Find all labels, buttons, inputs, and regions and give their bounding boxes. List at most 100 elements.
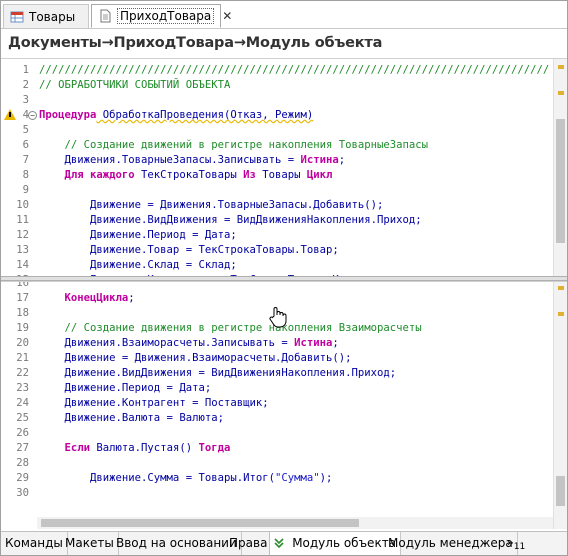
code-line[interactable]: 16 xyxy=(1,282,561,291)
line-number: 18 xyxy=(16,307,29,319)
line-number: 23 xyxy=(16,382,29,394)
code-line[interactable]: 21 Движение = Движения.Взаиморасчеты.Доб… xyxy=(1,351,561,366)
line-number: 10 xyxy=(16,199,29,211)
scroll-thumb[interactable] xyxy=(41,519,359,527)
code-line[interactable]: 22 Движение.ВидДвижения = ВидДвиженияНак… xyxy=(1,366,561,381)
code-text: Движение = Движения.Взаиморасчеты.Добави… xyxy=(39,352,352,364)
scroll-thumb[interactable] xyxy=(556,476,565,506)
code-line[interactable]: 7 Движения.ТоварныеЗапасы.Записывать = И… xyxy=(1,153,561,168)
tab-prihodtovara[interactable]: ПриходТовара ✕ xyxy=(91,4,232,28)
code-text: Движение.Валюта = Валюта; xyxy=(39,412,224,424)
code-line[interactable]: 11 Движение.ВидДвижения = ВидДвиженияНак… xyxy=(1,213,561,228)
line-number: 12 xyxy=(16,229,29,241)
horizontal-scrollbar[interactable] xyxy=(37,517,553,529)
tab-makety[interactable]: Макеты xyxy=(61,532,119,555)
code-text: Движение.ВидДвижения = ВидДвиженияНакопл… xyxy=(39,214,422,226)
code-line[interactable]: 20 Движения.Взаиморасчеты.Записывать = И… xyxy=(1,336,561,351)
line-number: 3 xyxy=(22,94,29,106)
code-line[interactable]: 2 // ОБРАБОТЧИКИ СОБЫТИЙ ОБЪЕКТА xyxy=(1,78,561,93)
code-text: КонецЦикла; xyxy=(39,292,135,304)
code-line[interactable]: 25 Движение.Валюта = Валюта; xyxy=(1,411,561,426)
code-line[interactable]: 1 ///////////////////////////////////////… xyxy=(1,63,561,78)
line-number: 11 xyxy=(16,214,29,226)
close-icon[interactable]: ✕ xyxy=(222,9,232,23)
tab-label: Ввод на основании xyxy=(116,536,237,550)
more-tabs-icon: » xyxy=(507,536,514,549)
scroll-thumb[interactable] xyxy=(556,119,565,243)
line-number: 30 xyxy=(16,487,29,499)
code-text: // Создание движения в регистре накоплен… xyxy=(39,322,422,334)
line-number: 7 xyxy=(22,154,29,166)
code-line[interactable]: 27 Если Валюта.Пустая() Тогда xyxy=(1,441,561,456)
code-text: Движение = Движения.ТоварныеЗапасы.Добав… xyxy=(39,199,384,211)
line-number: 20 xyxy=(16,337,29,349)
line-number: 1 xyxy=(22,64,29,76)
code-line[interactable]: 13 Движение.Товар = ТекСтрокаТовары.Това… xyxy=(1,243,561,258)
code-text: Движения.ТоварныеЗапасы.Записывать = Ист… xyxy=(39,154,346,166)
line-number: 24 xyxy=(16,397,29,409)
code-line[interactable]: 9 xyxy=(1,183,561,198)
document-icon xyxy=(98,9,112,23)
line-number: 19 xyxy=(16,322,29,334)
tab-komandy[interactable]: Команды xyxy=(1,532,68,555)
code-text: Движение.Период = Дата; xyxy=(39,229,237,241)
warning-marker[interactable] xyxy=(558,286,564,290)
warning-marker[interactable] xyxy=(558,312,564,316)
line-number: 9 xyxy=(22,184,29,196)
code-line[interactable]: 8 Для каждого ТекСтрокаТовары Из Товары … xyxy=(1,168,561,183)
code-line[interactable]: 23 Движение.Период = Дата; xyxy=(1,381,561,396)
code-line[interactable]: 3 xyxy=(1,93,561,108)
warning-marker[interactable] xyxy=(558,65,564,69)
code-line[interactable]: 6 // Создание движений в регистре накопл… xyxy=(1,138,561,153)
code-text: Движение.ВидДвижения = ВидДвиженияНакопл… xyxy=(39,367,397,379)
code-text: ////////////////////////////////////////… xyxy=(39,64,550,76)
code-line[interactable]: 10 Движение = Движения.ТоварныеЗапасы.До… xyxy=(1,198,561,213)
tab-modul-menedzhera[interactable]: Модуль менеджера xyxy=(384,532,518,555)
code-line[interactable]: 26 xyxy=(1,426,561,441)
line-number: 26 xyxy=(16,427,29,439)
line-number: 6 xyxy=(22,139,29,151)
code-line[interactable]: 5 xyxy=(1,123,561,138)
more-tabs-count: 11 xyxy=(513,541,526,553)
line-number: 28 xyxy=(16,457,29,469)
line-number: 22 xyxy=(16,367,29,379)
line-number: 2 xyxy=(22,79,29,91)
tab-prava[interactable]: Права xyxy=(225,532,273,555)
fold-toggle-icon[interactable]: − xyxy=(28,111,37,120)
code-text: Движение.Склад = Склад; xyxy=(39,259,237,271)
line-number: 27 xyxy=(16,442,29,454)
code-line[interactable]: 4− Процедура ОбработкаПроведения(Отказ, Р… xyxy=(1,108,561,123)
code-line[interactable]: 28 xyxy=(1,456,561,471)
tab-label: Модуль менеджера xyxy=(388,536,513,550)
chevron-double-down-icon xyxy=(274,536,288,550)
code-line[interactable]: 24 Движение.Контрагент = Поставщик; xyxy=(1,396,561,411)
line-number: 25 xyxy=(16,412,29,424)
code-text: // Создание движений в регистре накоплен… xyxy=(39,139,429,151)
code-text: Движения.Взаиморасчеты.Записывать = Исти… xyxy=(39,337,339,349)
code-line[interactable]: 17 КонецЦикла; xyxy=(1,291,561,306)
tab-label: Модуль объекта xyxy=(292,536,397,550)
vertical-scrollbar[interactable] xyxy=(553,59,567,276)
code-line[interactable]: 14 Движение.Склад = Склад; xyxy=(1,258,561,273)
page-title: Документы→ПриходТовара→Модуль объекта xyxy=(8,35,383,51)
line-number: 13 xyxy=(16,244,29,256)
code-line[interactable]: 30 xyxy=(1,486,561,501)
line-number: 4 xyxy=(22,109,29,121)
code-text: Если Валюта.Пустая() Тогда xyxy=(39,442,231,454)
code-text: Движение.Товар = ТекСтрокаТовары.Товар; xyxy=(39,244,339,256)
line-number: 29 xyxy=(16,472,29,484)
code-text: Движение.Период = Дата; xyxy=(39,382,212,394)
code-line[interactable]: 12 Движение.Период = Дата; xyxy=(1,228,561,243)
bottom-tab-bar: Команды Макеты Ввод на основании Права М… xyxy=(1,531,567,555)
line-number: 8 xyxy=(22,169,29,181)
tab-modul-obekta[interactable]: Модуль объекта xyxy=(269,532,402,555)
line-number: 14 xyxy=(16,259,29,271)
tab-vvod-na-osnovanii[interactable]: Ввод на основании xyxy=(112,532,242,555)
warning-marker[interactable] xyxy=(558,91,564,95)
tab-tovary[interactable]: Товары xyxy=(3,4,89,28)
code-line[interactable]: 29 Движение.Сумма = Товары.Итог("Сумма")… xyxy=(1,471,561,486)
code-pane-top[interactable]: 1 ///////////////////////////////////////… xyxy=(1,58,567,276)
more-tabs-button[interactable]: »11 xyxy=(507,536,525,552)
vertical-scrollbar[interactable] xyxy=(553,282,567,529)
line-number: 17 xyxy=(16,292,29,304)
